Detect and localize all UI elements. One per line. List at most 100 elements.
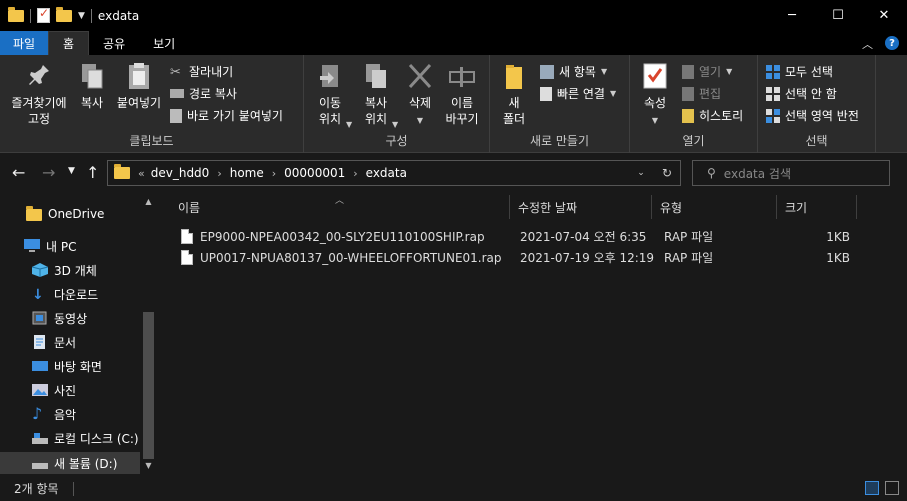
breadcrumb-chevron-icon[interactable]: › xyxy=(353,167,357,180)
paste-shortcut-icon xyxy=(170,108,182,123)
paste-label: 붙여넣기 xyxy=(116,96,162,110)
new-folder-button[interactable]: 새 폴더 xyxy=(498,61,530,127)
new-folder-icon[interactable] xyxy=(56,6,72,22)
nav-item-onedrive[interactable]: OneDrive xyxy=(0,203,140,225)
up-arrow-icon[interactable]: ↑ xyxy=(86,163,99,182)
copy-icon xyxy=(78,61,106,91)
properties-icon[interactable] xyxy=(37,6,50,23)
nav-item-label: 다운로드 xyxy=(54,287,99,302)
back-arrow-icon[interactable]: ← xyxy=(12,163,25,182)
column-header-name[interactable]: ︿ 이름 xyxy=(170,195,510,219)
customize-quick-access-icon[interactable]: ▼ xyxy=(78,11,85,21)
chevron-down-icon: ▼ xyxy=(346,120,353,129)
chevron-up-icon[interactable]: ︿ xyxy=(862,36,873,52)
item-count: 2개 항목 xyxy=(14,482,59,496)
open-icon xyxy=(682,64,694,79)
copy-path-button[interactable]: 경로 복사 xyxy=(170,85,237,102)
nav-item-label: 음악 xyxy=(54,407,77,422)
nav-item-local-disk-c[interactable]: 로컬 디스크 (C:) xyxy=(0,427,140,449)
select-none-button[interactable]: 선택 안 함 xyxy=(766,85,837,102)
select-group-label: 선택 xyxy=(805,134,828,148)
minimize-button[interactable]: ─ xyxy=(769,0,815,31)
file-modified: 2021-07-19 오후 12:19 xyxy=(520,251,655,265)
nav-pane-scrollbar[interactable]: ▲ ▼ xyxy=(141,193,156,476)
breadcrumb-00000001[interactable]: 00000001 xyxy=(284,166,345,180)
easy-access-button[interactable]: 빠른 연결 ▼ xyxy=(540,85,616,102)
easy-access-icon xyxy=(540,86,552,101)
nav-item-downloads[interactable]: ↓ 다운로드 xyxy=(0,283,140,305)
refresh-icon[interactable]: ↻ xyxy=(654,166,680,180)
edit-icon xyxy=(682,86,694,101)
close-button[interactable]: ✕ xyxy=(861,0,907,31)
nav-item-volume-d[interactable]: 새 볼륨 (D:) xyxy=(0,452,140,474)
paste-button[interactable]: 붙여넣기 xyxy=(114,61,164,111)
breadcrumb-overflow[interactable]: « xyxy=(138,167,145,180)
move-to-button[interactable]: 이동 위치 ▼ xyxy=(310,61,352,129)
maximize-button[interactable]: ☐ xyxy=(815,0,861,31)
nav-item-documents[interactable]: 문서 xyxy=(0,331,140,353)
copy-button[interactable]: 복사 xyxy=(76,61,108,111)
search-box[interactable]: ⚲ exdata 검색 xyxy=(692,160,890,186)
details-view-icon[interactable] xyxy=(865,481,879,495)
breadcrumb-dev-hdd0[interactable]: dev_hdd0 xyxy=(151,166,210,180)
cut-button[interactable]: ✂ 잘라내기 xyxy=(170,63,233,80)
document-icon xyxy=(32,335,48,349)
desktop-icon xyxy=(32,359,48,373)
delete-button[interactable]: 삭제 ▼ xyxy=(404,61,436,129)
3d-objects-icon xyxy=(31,263,49,277)
tab-share[interactable]: 공유 xyxy=(89,31,139,55)
nav-item-this-pc[interactable]: 내 PC xyxy=(0,235,140,257)
nav-item-label: 문서 xyxy=(54,335,77,350)
nav-item-music[interactable]: ♪ 음악 xyxy=(0,403,140,425)
nav-item-videos[interactable]: 동영상 xyxy=(0,307,140,329)
table-row[interactable]: EP9000-NPEA00342_00-SLY2EU110100SHIP.rap… xyxy=(160,226,907,247)
nav-item-pictures[interactable]: 사진 xyxy=(0,379,140,401)
tab-home[interactable]: 홈 xyxy=(48,31,90,55)
tab-view[interactable]: 보기 xyxy=(139,31,189,55)
tab-file[interactable]: 파일 xyxy=(0,31,48,55)
paste-shortcut-button[interactable]: 바로 가기 붙여넣기 xyxy=(170,107,283,124)
table-row[interactable]: UP0017-NPUA80137_00-WHEELOFFORTUNE01.rap… xyxy=(160,247,907,268)
select-all-label: 모두 선택 xyxy=(785,65,833,79)
rename-button[interactable]: 이름 바꾸기 xyxy=(442,61,482,127)
breadcrumb-exdata[interactable]: exdata xyxy=(366,166,407,180)
column-header-size[interactable]: 크기 xyxy=(777,195,857,219)
open-label: 열기 xyxy=(699,65,722,79)
column-header-label: 수정한 날짜 xyxy=(518,200,578,215)
forward-arrow-icon[interactable]: → xyxy=(42,163,55,182)
file-modified: 2021-07-04 오전 6:35 xyxy=(520,230,647,244)
scroll-up-chevron-icon[interactable]: ▲ xyxy=(141,197,156,211)
pin-label: 즐겨찾기에 고정 xyxy=(11,96,67,126)
move-to-label: 이동 위치 xyxy=(318,96,342,126)
breadcrumb-chevron-icon[interactable]: › xyxy=(272,167,276,180)
address-dropdown-chevron-icon[interactable]: ⌄ xyxy=(628,168,654,178)
open-button[interactable]: 열기 ▼ xyxy=(682,63,732,80)
new-item-button[interactable]: 새 항목 ▼ xyxy=(540,63,607,80)
invert-selection-button[interactable]: 선택 영역 반전 xyxy=(766,107,859,124)
breadcrumb-chevron-icon[interactable]: › xyxy=(217,167,221,180)
separator xyxy=(30,8,31,23)
file-name: UP0017-NPUA80137_00-WHEELOFFORTUNE01.rap xyxy=(200,250,502,265)
column-header-type[interactable]: 유형 xyxy=(652,195,777,219)
copy-to-button[interactable]: 복사 위치 ▼ xyxy=(356,61,398,129)
breadcrumb-home[interactable]: home xyxy=(230,166,264,180)
recent-locations-chevron-icon[interactable]: ▼ xyxy=(68,166,75,176)
new-group-label: 새로 만들기 xyxy=(529,134,589,148)
address-bar[interactable]: « dev_hdd0 › home › 00000001 › exdata ⌄ … xyxy=(107,160,681,186)
nav-item-desktop[interactable]: 바탕 화면 xyxy=(0,355,140,377)
column-header-modified[interactable]: 수정한 날짜 xyxy=(510,195,652,219)
file-icon xyxy=(181,229,193,244)
history-button[interactable]: 히스토리 xyxy=(682,107,743,124)
scrollbar-thumb[interactable] xyxy=(143,312,154,459)
scroll-down-chevron-icon[interactable]: ▼ xyxy=(141,461,156,475)
history-icon xyxy=(682,108,694,123)
properties-icon xyxy=(641,61,669,91)
select-all-button[interactable]: 모두 선택 xyxy=(766,63,833,80)
help-icon[interactable]: ? xyxy=(885,36,899,50)
pin-quick-access-button[interactable]: 즐겨찾기에 고정 xyxy=(6,61,72,127)
properties-button[interactable]: 속성 ▼ xyxy=(638,61,672,129)
ribbon-tab-tools: ︿ ? xyxy=(862,36,899,52)
large-icons-view-icon[interactable] xyxy=(885,481,899,495)
nav-item-3d-objects[interactable]: 3D 개체 xyxy=(0,259,140,281)
edit-button[interactable]: 편집 xyxy=(682,85,721,102)
